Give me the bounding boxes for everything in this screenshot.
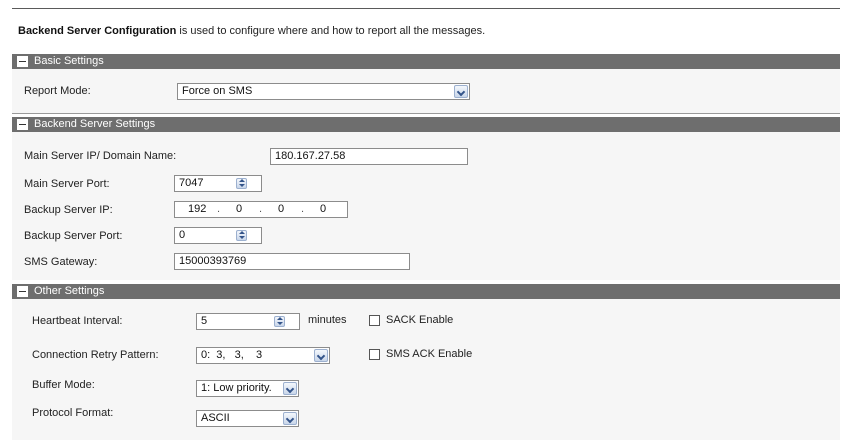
sms-gateway-label: SMS Gateway: (24, 256, 98, 268)
sack-enable-label[interactable]: SACK Enable (386, 314, 453, 326)
heartbeat-interval-value: 5 (201, 315, 208, 327)
heartbeat-interval-spinner[interactable]: 5 (196, 313, 300, 330)
sms-ack-enable-checkbox[interactable] (369, 349, 380, 360)
backend-settings-body: Main Server IP/ Domain Name: 180.167.27.… (12, 132, 840, 280)
buffer-mode-value: 1: Low priority. (201, 382, 272, 394)
backend-settings-title: Backend Server Settings (34, 118, 156, 130)
connection-retry-pattern-value: 0: 3, 3, 3 (201, 349, 263, 361)
ip-dot: . (217, 203, 221, 215)
backup-server-port-label: Backup Server Port: (24, 230, 123, 242)
report-mode-select[interactable]: Force on SMS (177, 83, 470, 100)
buffer-mode-select[interactable]: 1: Low priority. (196, 380, 299, 397)
backup-server-port-value: 0 (179, 229, 186, 241)
sack-enable-checkbox[interactable] (369, 315, 380, 326)
ip-dot: . (301, 203, 305, 215)
main-server-port-spinner[interactable]: 7047 (174, 175, 262, 192)
protocol-format-label: Protocol Format: (32, 407, 114, 419)
other-settings-title: Other Settings (34, 285, 105, 297)
sms-ack-enable-label[interactable]: SMS ACK Enable (386, 348, 472, 360)
heartbeat-unit: minutes (308, 314, 347, 326)
ip-octet-2[interactable]: 0 (236, 202, 242, 217)
chevron-down-icon[interactable] (314, 349, 328, 362)
ip-octet-3[interactable]: 0 (278, 202, 284, 217)
report-mode-value: Force on SMS (182, 85, 253, 97)
other-settings-header[interactable]: Other Settings (12, 284, 840, 299)
protocol-format-select[interactable]: ASCII (196, 410, 299, 427)
up-down-arrows-icon[interactable] (236, 178, 247, 189)
chevron-down-icon[interactable] (454, 85, 468, 98)
basic-settings-title: Basic Settings (34, 55, 104, 67)
top-divider (12, 8, 840, 9)
sms-gateway-input[interactable]: 15000393769 (174, 253, 410, 270)
chevron-down-icon[interactable] (283, 382, 297, 395)
main-server-port-label: Main Server Port: (24, 178, 110, 190)
basic-settings-header[interactable]: Basic Settings (12, 54, 840, 69)
ip-octet-1[interactable]: 192 (188, 202, 206, 217)
backup-server-ip-label: Backup Server IP: (24, 204, 113, 216)
heartbeat-interval-label: Heartbeat Interval: (32, 315, 123, 327)
ip-dot: . (259, 203, 263, 215)
other-settings-body: Heartbeat Interval: 5 minutes SACK Enabl… (12, 299, 840, 440)
main-server-ip-input[interactable]: 180.167.27.58 (270, 148, 468, 165)
page-description: is used to configure where and how to re… (179, 25, 486, 37)
main-server-ip-label: Main Server IP/ Domain Name: (24, 150, 177, 162)
report-mode-label: Report Mode: (24, 85, 91, 97)
minus-square-icon[interactable] (17, 56, 28, 67)
main-server-port-value: 7047 (179, 177, 204, 189)
protocol-format-value: ASCII (201, 412, 230, 424)
minus-square-icon[interactable] (17, 286, 28, 297)
connection-retry-pattern-label: Connection Retry Pattern: (32, 349, 159, 361)
backup-server-ip-input[interactable]: 192 . 0 . 0 . 0 (174, 201, 348, 218)
ip-octet-4[interactable]: 0 (320, 202, 326, 217)
basic-settings-body: Report Mode: Force on SMS (12, 69, 840, 114)
up-down-arrows-icon[interactable] (274, 316, 285, 327)
buffer-mode-label: Buffer Mode: (32, 379, 95, 391)
chevron-down-icon[interactable] (283, 412, 297, 425)
minus-square-icon[interactable] (17, 119, 28, 130)
page-title: Backend Server Configuration (18, 25, 177, 37)
up-down-arrows-icon[interactable] (236, 230, 247, 241)
backup-server-port-spinner[interactable]: 0 (174, 227, 262, 244)
page-intro: Backend Server Configuration is used to … (18, 25, 485, 37)
connection-retry-pattern-select[interactable]: 0: 3, 3, 3 (196, 347, 330, 364)
backend-settings-header[interactable]: Backend Server Settings (12, 117, 840, 132)
